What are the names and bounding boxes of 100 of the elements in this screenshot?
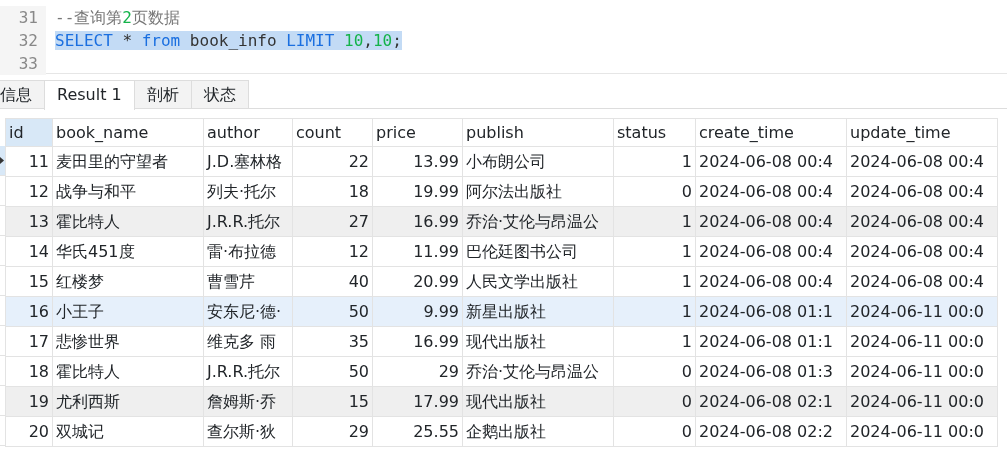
table-cell: 0 — [613, 356, 696, 387]
line-number: 32 — [0, 29, 46, 52]
table-cell: 2024-06-08 01:1 — [695, 326, 847, 357]
table-cell: 小布朗公司 — [462, 146, 614, 177]
table-cell: 企鹅出版社 — [462, 416, 614, 447]
table-cell: 2024-06-08 00:4 — [695, 146, 847, 177]
table-cell: 雷·布拉德 — [203, 236, 293, 267]
table-cell: 1 — [613, 206, 696, 237]
table-cell: 15 — [5, 266, 53, 297]
table-cell: 1 — [613, 236, 696, 267]
table-cell: 0 — [613, 416, 696, 447]
table-cell: 9.99 — [372, 296, 463, 327]
table-cell: 12 — [5, 176, 53, 207]
table-cell: 2024-06-08 00:4 — [846, 176, 998, 207]
table-cell: 19.99 — [372, 176, 463, 207]
table-cell: 2024-06-11 00:0 — [846, 356, 998, 387]
table-cell: 2024-06-08 00:4 — [695, 176, 847, 207]
table-cell: 1 — [613, 326, 696, 357]
table-cell: 巴伦廷图书公司 — [462, 236, 614, 267]
table-cell: 曹雪芹 — [203, 266, 293, 297]
table-cell: 13 — [5, 206, 53, 237]
table-cell: 15 — [292, 386, 373, 417]
table-cell: 35 — [292, 326, 373, 357]
tab[interactable]: 状态 — [190, 80, 249, 108]
table-cell: 安东尼·德· — [203, 296, 293, 327]
table-cell: 维克多 雨 — [203, 326, 293, 357]
table-cell: 2024-06-08 01:3 — [695, 356, 847, 387]
table-cell: 查尔斯·狄 — [203, 416, 293, 447]
table-cell: 2024-06-08 00:4 — [846, 146, 998, 177]
table-cell: 2024-06-08 00:4 — [695, 266, 847, 297]
table-cell: J.R.R.托尔 — [203, 206, 293, 237]
table-cell: 2024-06-08 00:4 — [846, 236, 998, 267]
table-cell: 16 — [5, 296, 53, 327]
table-cell: 40 — [292, 266, 373, 297]
column-header[interactable]: update_time — [846, 118, 998, 147]
table-cell: 人民文学出版社 — [462, 266, 614, 297]
table-cell: J.R.R.托尔 — [203, 356, 293, 387]
tab[interactable]: Result 1 — [44, 80, 135, 110]
tab[interactable]: 剖析 — [133, 80, 192, 108]
table-cell: 29 — [372, 356, 463, 387]
table-cell: 尤利西斯 — [52, 386, 204, 417]
table-cell: 2024-06-11 00:0 — [846, 326, 998, 357]
table-cell: 14 — [5, 236, 53, 267]
table-cell: 29 — [292, 416, 373, 447]
column-header[interactable]: status — [613, 118, 696, 147]
table-cell: 1 — [613, 146, 696, 177]
table-cell: 2024-06-11 00:0 — [846, 386, 998, 417]
table-cell: 新星出版社 — [462, 296, 614, 327]
table-cell: 悲惨世界 — [52, 326, 204, 357]
table-cell: 27 — [292, 206, 373, 237]
table-cell: 双城记 — [52, 416, 204, 447]
table-cell: 乔治·艾伦与昂温公 — [462, 356, 614, 387]
table-cell: 0 — [613, 176, 696, 207]
table-cell: 20.99 — [372, 266, 463, 297]
table-cell: 现代出版社 — [462, 326, 614, 357]
table-cell: 2024-06-08 00:4 — [695, 206, 847, 237]
line-number: 31 — [0, 6, 46, 29]
column-header[interactable]: create_time — [695, 118, 847, 147]
table-cell: 2024-06-08 02:2 — [695, 416, 847, 447]
table-cell: 2024-06-08 02:1 — [695, 386, 847, 417]
table-cell: 霍比特人 — [52, 206, 204, 237]
table-cell: 2024-06-11 00:0 — [846, 416, 998, 447]
table-cell: 0 — [613, 386, 696, 417]
table-cell: 20 — [5, 416, 53, 447]
table-cell: 列夫·托尔 — [203, 176, 293, 207]
column-header[interactable]: book_name — [52, 118, 204, 147]
table-cell: 16.99 — [372, 206, 463, 237]
table-cell: 现代出版社 — [462, 386, 614, 417]
table-cell: 战争与和平 — [52, 176, 204, 207]
table-cell: 2024-06-08 00:4 — [846, 266, 998, 297]
column-header[interactable]: author — [203, 118, 293, 147]
table-cell: 2024-06-08 00:4 — [846, 206, 998, 237]
table-cell: 小王子 — [52, 296, 204, 327]
table-cell: 16.99 — [372, 326, 463, 357]
line-number: 33 — [0, 52, 46, 75]
table-cell: 霍比特人 — [52, 356, 204, 387]
column-header[interactable]: id — [5, 118, 53, 147]
table-cell: 18 — [5, 356, 53, 387]
table-cell: 22 — [292, 146, 373, 177]
table-cell: 12 — [292, 236, 373, 267]
table-cell: 詹姆斯·乔 — [203, 386, 293, 417]
column-header[interactable]: count — [292, 118, 373, 147]
table-cell: 50 — [292, 356, 373, 387]
table-cell: 2024-06-11 00:0 — [846, 296, 998, 327]
table-cell: 17.99 — [372, 386, 463, 417]
column-header[interactable]: price — [372, 118, 463, 147]
table-cell: 乔治·艾伦与昂温公 — [462, 206, 614, 237]
table-cell: 2024-06-08 01:1 — [695, 296, 847, 327]
table-cell: 50 — [292, 296, 373, 327]
table-cell: 2024-06-08 00:4 — [695, 236, 847, 267]
table-cell: 11.99 — [372, 236, 463, 267]
table-cell: 13.99 — [372, 146, 463, 177]
table-cell: 17 — [5, 326, 53, 357]
table-cell: 阿尔法出版社 — [462, 176, 614, 207]
table-cell: 1 — [613, 266, 696, 297]
table-cell: 18 — [292, 176, 373, 207]
column-header[interactable]: publish — [462, 118, 614, 147]
table-cell: J.D.塞林格 — [203, 146, 293, 177]
table-cell: 19 — [5, 386, 53, 417]
tab[interactable]: 信息 — [0, 80, 45, 108]
